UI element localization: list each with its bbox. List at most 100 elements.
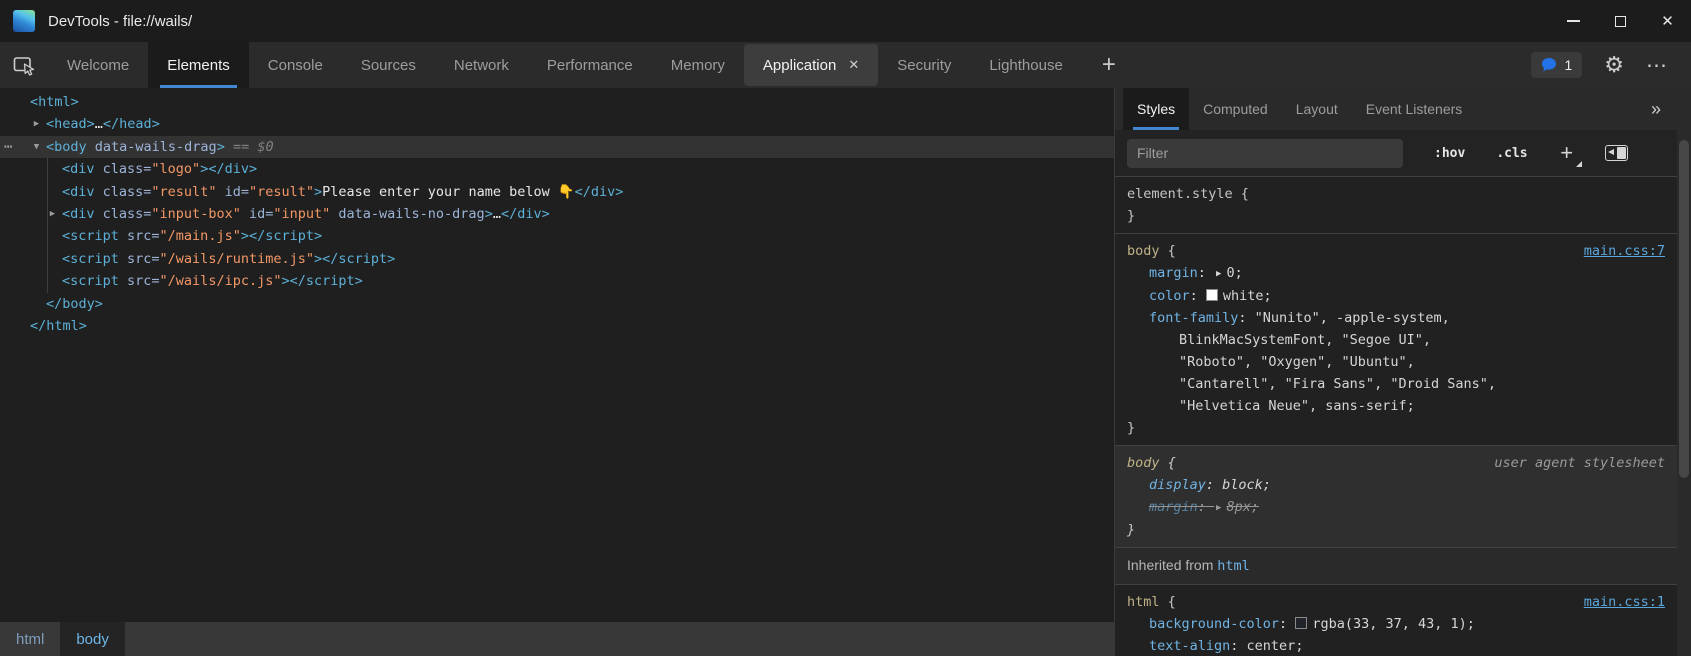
settings-button[interactable]: ⚙ xyxy=(1604,54,1624,76)
css-property-value[interactable]: white; xyxy=(1223,288,1272,304)
css-property-name[interactable]: text-align xyxy=(1149,638,1230,654)
indent-guide-line xyxy=(47,248,48,270)
css-property-name[interactable]: background-color xyxy=(1149,616,1279,632)
styles-scrollbar[interactable] xyxy=(1677,130,1691,656)
scrollbar-thumb[interactable] xyxy=(1679,140,1689,478)
dom-tree-row[interactable]: <script src="/main.js"></script> xyxy=(0,225,1114,247)
minimize-button[interactable] xyxy=(1550,0,1597,42)
tab-label: Application xyxy=(763,57,836,74)
toggle-sidebar-icon[interactable] xyxy=(1605,145,1628,161)
expand-value-icon[interactable]: ▶ xyxy=(1216,497,1221,519)
rule-selector[interactable]: body xyxy=(1127,455,1160,471)
token-attr: src= xyxy=(119,228,160,244)
tab-application[interactable]: Application ✕ xyxy=(744,44,878,86)
css-property-value[interactable]: 8px; xyxy=(1226,499,1259,515)
issues-badge[interactable]: 1 xyxy=(1531,52,1582,78)
styles-filter-input[interactable] xyxy=(1127,139,1403,168)
css-property-row[interactable]: margin: ▶8px; xyxy=(1127,496,1665,519)
tab-label: Console xyxy=(268,57,323,74)
stylesheet-link[interactable]: main.css:7 xyxy=(1584,240,1665,262)
tab-label: Sources xyxy=(361,57,416,74)
inherited-from-link[interactable]: html xyxy=(1217,558,1250,574)
css-property-row[interactable]: display: block; xyxy=(1127,474,1665,496)
css-property-value[interactable]: block; xyxy=(1222,477,1271,493)
dom-tree-row[interactable]: </html> xyxy=(0,315,1114,337)
tab-memory[interactable]: Memory xyxy=(652,42,744,88)
css-property-name[interactable]: display xyxy=(1149,477,1206,493)
add-tab-button[interactable]: + xyxy=(1082,42,1136,88)
css-property-name[interactable]: margin xyxy=(1149,499,1198,515)
tab-label: Elements xyxy=(167,57,230,74)
expand-value-icon[interactable]: ▶ xyxy=(1216,263,1221,285)
new-style-rule-button[interactable]: + xyxy=(1557,140,1577,166)
color-swatch[interactable] xyxy=(1295,617,1307,629)
css-property-row[interactable]: color: white; xyxy=(1127,285,1665,307)
rule-selector[interactable]: element.style xyxy=(1127,186,1233,202)
sidebar-tab-layout[interactable]: Layout xyxy=(1282,88,1352,130)
dom-tree-row[interactable]: ▶<div class="input-box" id="input" data-… xyxy=(0,203,1114,225)
breadcrumb-item-html[interactable]: html xyxy=(0,622,60,656)
overflow-tabs-icon[interactable]: » xyxy=(1651,99,1661,120)
tab-sources[interactable]: Sources xyxy=(342,42,435,88)
expand-arrow-icon[interactable]: ▶ xyxy=(45,203,60,225)
rule-selector[interactable]: html xyxy=(1127,594,1160,610)
css-property-name[interactable]: font-family xyxy=(1149,310,1238,326)
expand-arrow-icon[interactable]: ▶ xyxy=(29,113,44,135)
styles-sidebar: StylesComputedLayoutEvent Listeners » :ho… xyxy=(1115,88,1691,656)
color-swatch[interactable] xyxy=(1206,289,1218,301)
dom-tree-row[interactable]: </body> xyxy=(0,293,1114,315)
style-rule-element-style: element.style {} xyxy=(1115,177,1677,234)
css-property-row[interactable]: background-color: rgba(33, 37, 43, 1); xyxy=(1127,613,1665,635)
close-icon: ✕ xyxy=(1661,14,1674,29)
css-property-name[interactable]: color xyxy=(1149,288,1190,304)
dom-tree-row[interactable]: <div class="result" id="result">Please e… xyxy=(0,181,1114,203)
tab-network[interactable]: Network xyxy=(435,42,528,88)
dom-tree-row[interactable]: <html> xyxy=(0,91,1114,113)
css-property-name[interactable]: margin xyxy=(1149,265,1198,281)
css-property-value[interactable]: "Nunito", -apple-system, xyxy=(1255,310,1450,326)
tab-lighthouse[interactable]: Lighthouse xyxy=(970,42,1081,88)
css-property-value[interactable]: rgba(33, 37, 43, 1); xyxy=(1312,616,1475,632)
open-brace: { xyxy=(1233,186,1249,202)
css-declaration: margin: ▶0; xyxy=(1149,265,1243,281)
close-button[interactable]: ✕ xyxy=(1644,0,1691,42)
token-val: "/wails/ipc.js" xyxy=(160,273,282,289)
css-declaration: text-align: center; xyxy=(1149,638,1303,654)
sidebar-tab-computed[interactable]: Computed xyxy=(1189,88,1282,130)
node-options-dots[interactable]: ⋯ xyxy=(4,136,13,158)
dom-tree-row[interactable]: <script src="/wails/runtime.js"></script… xyxy=(0,248,1114,270)
toggle-hover-state-button[interactable]: :hov xyxy=(1434,146,1465,161)
breadcrumb-item-body[interactable]: body xyxy=(60,622,125,656)
token-tag: </body> xyxy=(46,296,103,312)
css-property-row[interactable]: font-family: "Nunito", -apple-system, xyxy=(1127,307,1665,329)
dom-tree-row[interactable]: <div class="logo"></div> xyxy=(0,158,1114,180)
maximize-button[interactable] xyxy=(1597,0,1644,42)
tab-console[interactable]: Console xyxy=(249,42,342,88)
tab-performance[interactable]: Performance xyxy=(528,42,652,88)
token-val: "logo" xyxy=(151,161,200,177)
stylesheet-link[interactable]: main.css:1 xyxy=(1584,591,1665,613)
dom-tree-row[interactable]: ▶<head>…</head> xyxy=(0,113,1114,135)
more-options-button[interactable]: ⋯ xyxy=(1646,55,1669,76)
tab-security[interactable]: Security xyxy=(878,42,970,88)
css-property-value[interactable]: center; xyxy=(1247,638,1304,654)
tab-welcome[interactable]: Welcome xyxy=(48,42,148,88)
tab-elements[interactable]: Elements xyxy=(148,42,249,88)
indent-guide-line xyxy=(47,181,48,203)
css-property-value[interactable]: 0; xyxy=(1226,265,1242,281)
inspect-element-button[interactable] xyxy=(0,42,48,88)
rule-selector[interactable]: body xyxy=(1127,243,1160,259)
sidebar-tab-styles[interactable]: Styles xyxy=(1123,88,1189,130)
close-tab-icon[interactable]: ✕ xyxy=(848,57,859,73)
dom-tree-row[interactable]: <script src="/wails/ipc.js"></script> xyxy=(0,270,1114,292)
style-rule-body: main.css:7body {margin: ▶0;color: white;… xyxy=(1115,234,1677,446)
css-property-row[interactable]: margin: ▶0; xyxy=(1127,262,1665,285)
maximize-icon xyxy=(1615,16,1626,27)
window-title: DevTools - file://wails/ xyxy=(48,13,192,30)
dom-tree-row[interactable]: ⋯▼<body data-wails-drag> == $0 xyxy=(0,136,1114,158)
toggle-class-button[interactable]: .cls xyxy=(1496,146,1527,161)
css-property-row[interactable]: text-align: center; xyxy=(1127,635,1665,656)
token-attr: class= xyxy=(95,206,152,222)
collapse-arrow-icon[interactable]: ▼ xyxy=(29,136,44,158)
sidebar-tab-event-listeners[interactable]: Event Listeners xyxy=(1352,88,1477,130)
